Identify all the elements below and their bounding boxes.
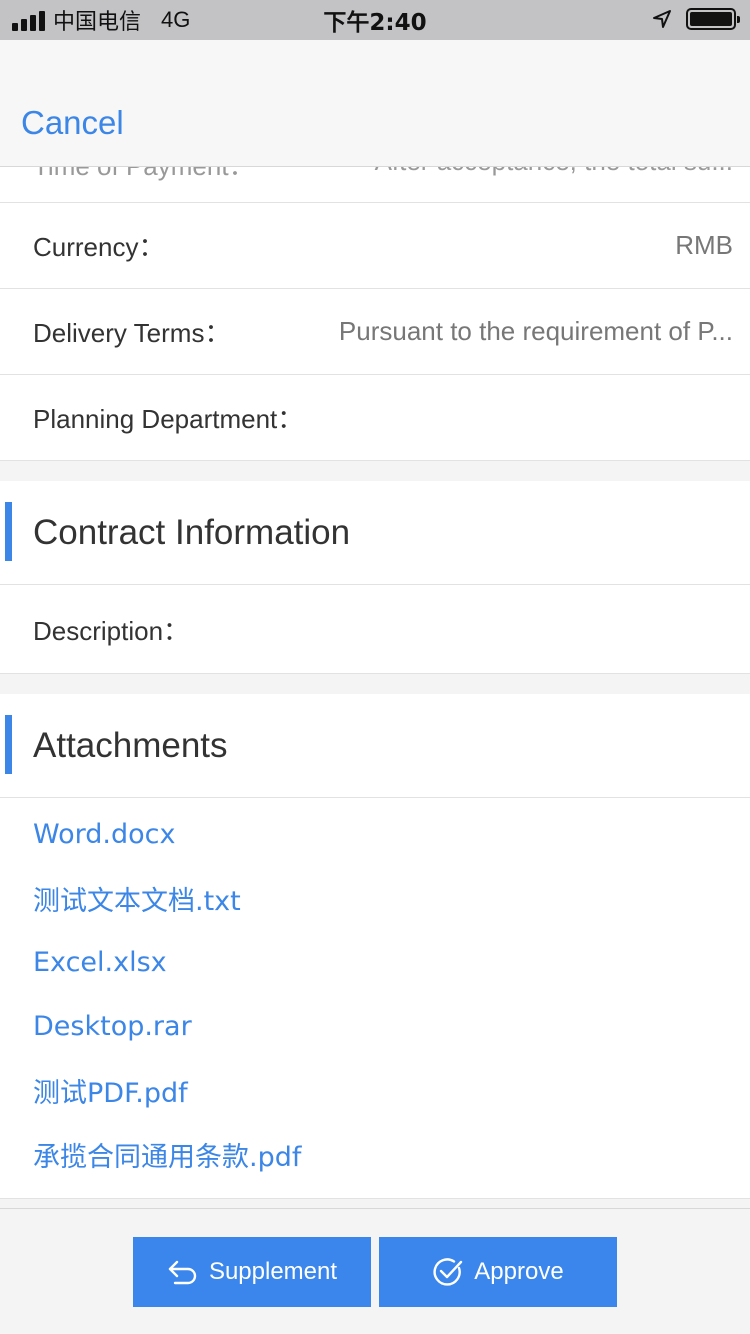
attachments-header: Attachments	[0, 694, 750, 798]
contract-information-header: Contract Information	[0, 481, 750, 585]
attachment-link[interactable]: Excel.xlsx	[0, 930, 750, 994]
section-divider	[0, 461, 750, 481]
description-label: Description：	[33, 615, 190, 646]
description-row: Description：	[0, 585, 750, 674]
currency-value: RMB	[675, 230, 733, 260]
supplement-button[interactable]: Supplement	[133, 1237, 371, 1307]
attachment-link[interactable]: 承揽合同通用条款.pdf	[0, 1122, 750, 1186]
attachment-link[interactable]: 测试PDF.pdf	[0, 1058, 750, 1122]
attachment-link[interactable]: 测试文本文档.txt	[0, 866, 750, 930]
cancel-button[interactable]: Cancel	[21, 104, 124, 142]
supplement-label: Supplement	[208, 1258, 338, 1285]
section-accent-bar	[5, 715, 12, 774]
planning-department-row: Planning Department：	[0, 375, 750, 461]
check-circle-icon	[433, 1258, 463, 1286]
location-arrow-icon	[653, 10, 671, 28]
currency-label: Currency：	[33, 232, 165, 262]
return-arrow-icon	[168, 1260, 197, 1285]
approve-button[interactable]: Approve	[379, 1237, 617, 1307]
battery-icon	[686, 8, 740, 30]
delivery-terms-label: Delivery Terms：	[33, 318, 231, 348]
delivery-terms-row[interactable]: Delivery Terms： Pursuant to the requirem…	[0, 289, 750, 375]
action-bar: Supplement Approve	[0, 1208, 750, 1334]
attachment-link[interactable]: Word.docx	[0, 802, 750, 866]
status-bar: 中国电信 4G 下午2:40	[0, 0, 750, 40]
currency-row: Currency： RMB	[0, 203, 750, 289]
navigation-bar: Cancel	[0, 40, 750, 167]
attachment-list: Word.docx 测试文本文档.txt Excel.xlsx Desktop.…	[0, 798, 750, 1199]
attachments-title: Attachments	[33, 725, 228, 765]
delivery-terms-value: Pursuant to the requirement of P...	[338, 316, 733, 346]
planning-department-label: Planning Department：	[33, 404, 304, 434]
status-time: 下午2:40	[323, 10, 427, 36]
section-accent-bar	[5, 502, 12, 561]
contract-information-title: Contract Information	[33, 512, 351, 552]
detail-content[interactable]: Time of Payment： After acceptance, the t…	[0, 140, 750, 1199]
approve-label: Approve	[474, 1258, 564, 1285]
section-divider	[0, 674, 750, 694]
attachment-link[interactable]: Desktop.rar	[0, 994, 750, 1058]
